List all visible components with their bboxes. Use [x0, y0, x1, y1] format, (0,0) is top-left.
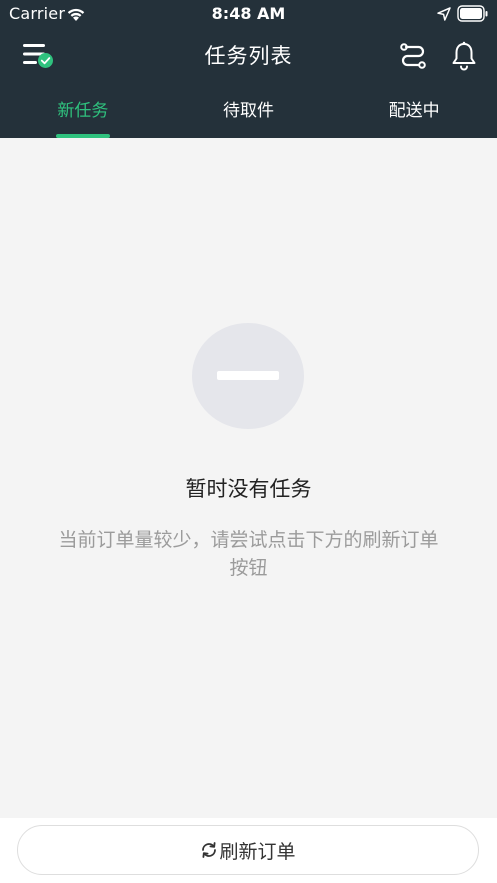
bottom-bar: 刷新订单: [0, 818, 497, 883]
refresh-icon: [202, 842, 217, 858]
tab-label: 待取件: [223, 101, 274, 121]
clock: 8:48 AM: [211, 4, 286, 23]
location-arrow-icon: [437, 7, 451, 21]
refresh-orders-button[interactable]: 刷新订单: [17, 825, 479, 875]
tab-new-tasks[interactable]: 新任务: [0, 84, 166, 138]
empty-state: 暂时没有任务 当前订单量较少，请尝试点击下方的刷新订单按钮: [0, 138, 497, 818]
empty-state-icon: [192, 323, 304, 429]
tab-label: 新任务: [57, 101, 109, 121]
tab-pending-pickup[interactable]: 待取件: [166, 84, 332, 138]
nav-bar: 任务列表: [0, 28, 497, 84]
bell-icon: [452, 41, 476, 71]
status-bar: Carrier 8:48 AM: [0, 0, 497, 28]
tab-delivering[interactable]: 配送中: [331, 84, 497, 138]
route-icon: [400, 43, 426, 69]
refresh-button-label: 刷新订单: [219, 840, 296, 863]
minus-icon: [217, 371, 279, 380]
empty-state-title: 暂时没有任务: [185, 477, 312, 501]
tab-bar: 新任务 待取件 配送中: [0, 84, 497, 138]
battery-icon: [457, 5, 488, 22]
app-screen: Carrier 8:48 AM 任务列表 新任务 待取件 配送中 暂时没有任务 …: [0, 0, 497, 883]
route-button[interactable]: [398, 41, 428, 71]
empty-state-description: 当前订单量较少，请尝试点击下方的刷新订单按钮: [58, 529, 439, 579]
notification-button[interactable]: [450, 41, 478, 71]
tab-label: 配送中: [388, 101, 440, 121]
header: Carrier 8:48 AM 任务列表 新任务 待取件 配送中: [0, 0, 497, 138]
